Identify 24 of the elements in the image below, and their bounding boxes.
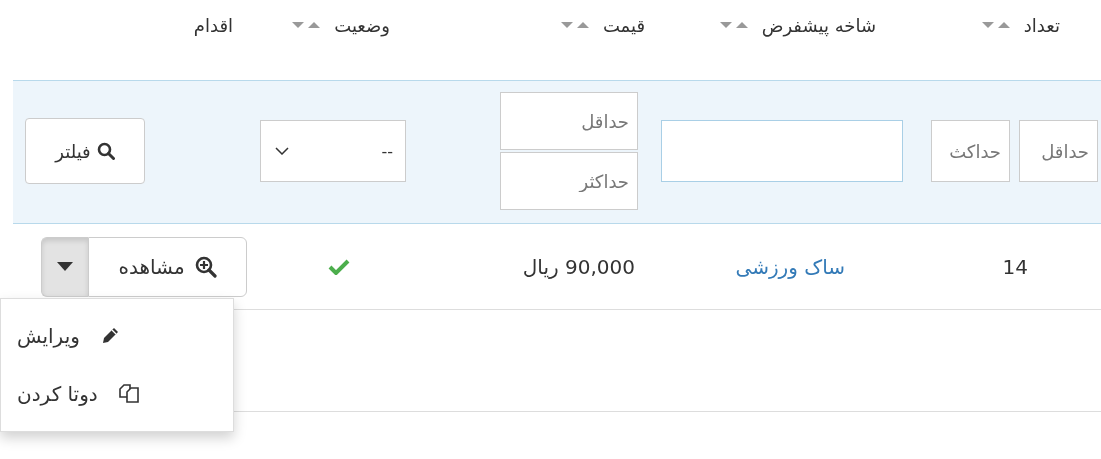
table-cell: 14: [1002, 254, 1028, 279]
search-icon: [96, 142, 115, 160]
column-header[interactable]: تعداد: [1023, 14, 1060, 36]
column-header[interactable]: وضعیت: [334, 14, 390, 36]
menu-item[interactable]: دوتا کردن: [17, 382, 98, 406]
min-field[interactable]: حداقل: [500, 92, 638, 150]
column-header: اقدام: [193, 14, 233, 36]
menu-item[interactable]: ویرایش: [17, 324, 80, 348]
max-field[interactable]: حداکث: [931, 120, 1010, 182]
caret-icon: [57, 262, 73, 271]
table-cell: 90,000 ریال: [522, 254, 635, 279]
dropdown-toggle[interactable]: [41, 236, 88, 297]
copy-icon: [117, 383, 140, 405]
min-field[interactable]: حداقل: [1019, 120, 1098, 182]
status-select[interactable]: --: [260, 120, 406, 182]
max-field[interactable]: حداکثر: [500, 152, 638, 210]
column-header[interactable]: قیمت: [602, 14, 645, 36]
branch-field[interactable]: [661, 120, 903, 182]
branch-link[interactable]: ساک ورزشی: [735, 254, 845, 279]
view-button[interactable]: مشاهده: [88, 236, 247, 297]
chevron-down-icon: [275, 147, 289, 155]
filter-button[interactable]: فیلتر: [25, 118, 145, 184]
column-header[interactable]: شاخه پیشفرض: [761, 14, 876, 36]
zoom-in-icon: [194, 255, 217, 278]
